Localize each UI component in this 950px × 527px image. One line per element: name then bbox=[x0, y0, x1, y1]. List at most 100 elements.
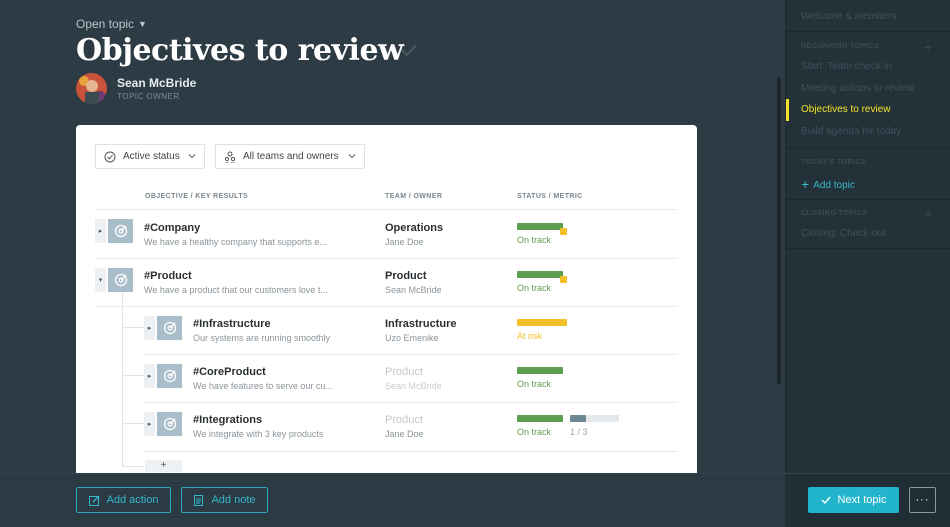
column-header-status: STATUS / METRIC bbox=[517, 193, 583, 200]
next-topic-label: Next topic bbox=[837, 494, 887, 506]
objective-description: We integrate with 3 key products bbox=[193, 429, 324, 439]
check-icon bbox=[821, 496, 831, 505]
progress-fill bbox=[517, 223, 563, 230]
target-icon bbox=[108, 268, 133, 292]
next-topic-button[interactable]: Next topic bbox=[808, 487, 899, 513]
sidebar-item-team-check-in[interactable]: Start: Team check-in bbox=[801, 61, 892, 72]
key-result-row-infrastructure[interactable]: ▸ #Infrastructure Our systems are runnin… bbox=[144, 307, 678, 355]
owner-name: Sean McBride bbox=[385, 381, 442, 391]
status-label: On track bbox=[517, 235, 552, 245]
add-action-button[interactable]: Add action bbox=[76, 487, 171, 513]
expand-toggle-icon[interactable]: ▸ bbox=[144, 412, 155, 436]
flag-icon bbox=[560, 276, 567, 283]
progress-fill bbox=[517, 415, 563, 422]
more-options-button[interactable]: ··· bbox=[909, 487, 936, 513]
objective-name[interactable]: #CoreProduct bbox=[193, 366, 266, 378]
add-topic-label: Add topic bbox=[813, 180, 855, 191]
check-icon[interactable] bbox=[399, 40, 419, 60]
objective-name[interactable]: #Company bbox=[144, 222, 200, 234]
note-icon bbox=[194, 494, 204, 506]
todays-topics-heading: TODAY'S TOPICS bbox=[801, 159, 866, 166]
sidebar-item-meeting-actions[interactable]: Meeting actions to review bbox=[801, 83, 914, 94]
topic-owner-role: TOPIC OWNER bbox=[117, 92, 180, 101]
expand-toggle-icon[interactable]: ▸ bbox=[144, 316, 155, 340]
topic-panel: Open topic ▼ Objectives to review Sean Mc… bbox=[0, 0, 785, 473]
expand-toggle-icon[interactable]: ▸ bbox=[144, 364, 155, 388]
recurring-topics-heading: RECURRING TOPICS bbox=[801, 43, 880, 50]
sidebar-divider bbox=[786, 31, 950, 32]
objective-description: We have a product that our customers lov… bbox=[144, 285, 328, 295]
add-note-button[interactable]: Add note bbox=[181, 487, 268, 513]
tree-line bbox=[122, 375, 144, 376]
status-filter-label: Active status bbox=[123, 151, 180, 162]
edit-icon bbox=[88, 495, 99, 506]
status-label: On track bbox=[517, 379, 552, 389]
people-icon bbox=[224, 151, 236, 163]
sidebar-divider bbox=[786, 199, 950, 200]
owner-name: Sean McBride bbox=[385, 285, 442, 295]
objective-description: We have features to serve our cu... bbox=[193, 381, 333, 391]
sidebar-item-closing-check-out[interactable]: Closing: Check-out bbox=[801, 228, 885, 239]
progress-bar bbox=[517, 415, 563, 422]
open-topic-dropdown[interactable]: Open topic ▼ bbox=[76, 17, 147, 31]
active-indicator bbox=[786, 99, 789, 121]
teams-filter-label: All teams and owners bbox=[243, 151, 339, 162]
key-result-row-integrations[interactable]: ▸ #Integrations We integrate with 3 key … bbox=[144, 403, 678, 451]
plus-icon: + bbox=[801, 176, 810, 192]
key-result-row-coreproduct[interactable]: ▸ #CoreProduct We have features to serve… bbox=[144, 355, 678, 403]
objective-description: We have a healthy company that supports … bbox=[144, 237, 327, 247]
page-title: Objectives to review bbox=[76, 33, 404, 68]
add-closing-topic-icon[interactable]: + bbox=[924, 207, 932, 221]
add-key-result-button[interactable]: + bbox=[145, 460, 182, 472]
add-action-label: Add action bbox=[106, 494, 159, 506]
column-header-team: TEAM / OWNER bbox=[385, 193, 443, 200]
status-label: At risk bbox=[517, 331, 543, 341]
status-label: On track bbox=[517, 283, 552, 293]
flag-icon bbox=[560, 228, 567, 235]
owner-name: Uzo Emenike bbox=[385, 333, 439, 343]
tree-line bbox=[122, 327, 144, 328]
target-icon bbox=[108, 219, 133, 243]
objective-row-product[interactable]: ▾ #Product We have a product that our cu… bbox=[95, 259, 678, 307]
avatar bbox=[76, 73, 107, 104]
target-icon bbox=[157, 316, 182, 340]
sidebar-divider bbox=[786, 248, 950, 249]
collapse-toggle-icon[interactable]: ▾ bbox=[95, 268, 106, 292]
metric-bar bbox=[570, 415, 619, 422]
progress-bar bbox=[517, 271, 563, 278]
tree-line bbox=[122, 466, 144, 467]
status-label: On track bbox=[517, 427, 552, 437]
sidebar-item-build-agenda[interactable]: Build agenda for today bbox=[801, 126, 901, 137]
add-recurring-topic-icon[interactable]: + bbox=[924, 40, 932, 54]
progress-bar bbox=[517, 367, 563, 374]
target-icon bbox=[157, 412, 182, 436]
target-icon bbox=[157, 364, 182, 388]
progress-fill bbox=[517, 271, 563, 278]
team-name: Product bbox=[385, 270, 427, 282]
progress-bar bbox=[517, 223, 563, 230]
tree-line bbox=[122, 291, 123, 467]
status-filter-dropdown[interactable]: Active status bbox=[95, 144, 205, 169]
team-name: Operations bbox=[385, 222, 444, 234]
objective-description: Our systems are running smoothly bbox=[193, 333, 331, 343]
teams-filter-dropdown[interactable]: All teams and owners bbox=[215, 144, 365, 169]
team-name: Product bbox=[385, 414, 423, 426]
objective-name[interactable]: #Integrations bbox=[193, 414, 262, 426]
expand-toggle-icon[interactable]: ▸ bbox=[95, 219, 106, 243]
objective-name[interactable]: #Infrastructure bbox=[193, 318, 271, 330]
tree-line bbox=[122, 423, 144, 424]
chevron-down-icon: ▼ bbox=[138, 19, 147, 29]
objective-name[interactable]: #Product bbox=[144, 270, 192, 282]
sidebar-item-objectives-to-review[interactable]: Objectives to review bbox=[786, 99, 950, 121]
scrollbar[interactable] bbox=[777, 77, 781, 384]
open-topic-label: Open topic bbox=[76, 17, 135, 31]
progress-bar bbox=[517, 319, 567, 326]
objective-row-company[interactable]: ▸ #Company We have a healthy company tha… bbox=[95, 210, 678, 258]
add-topic-button[interactable]: + Add topic bbox=[801, 176, 855, 192]
sidebar-item-label: Objectives to review bbox=[801, 104, 891, 115]
check-circle-icon bbox=[104, 151, 116, 162]
sidebar-item-welcome[interactable]: Welcome & members bbox=[801, 11, 896, 22]
team-name: Product bbox=[385, 366, 423, 378]
team-name: Infrastructure bbox=[385, 318, 457, 330]
chevron-down-icon bbox=[348, 154, 356, 159]
